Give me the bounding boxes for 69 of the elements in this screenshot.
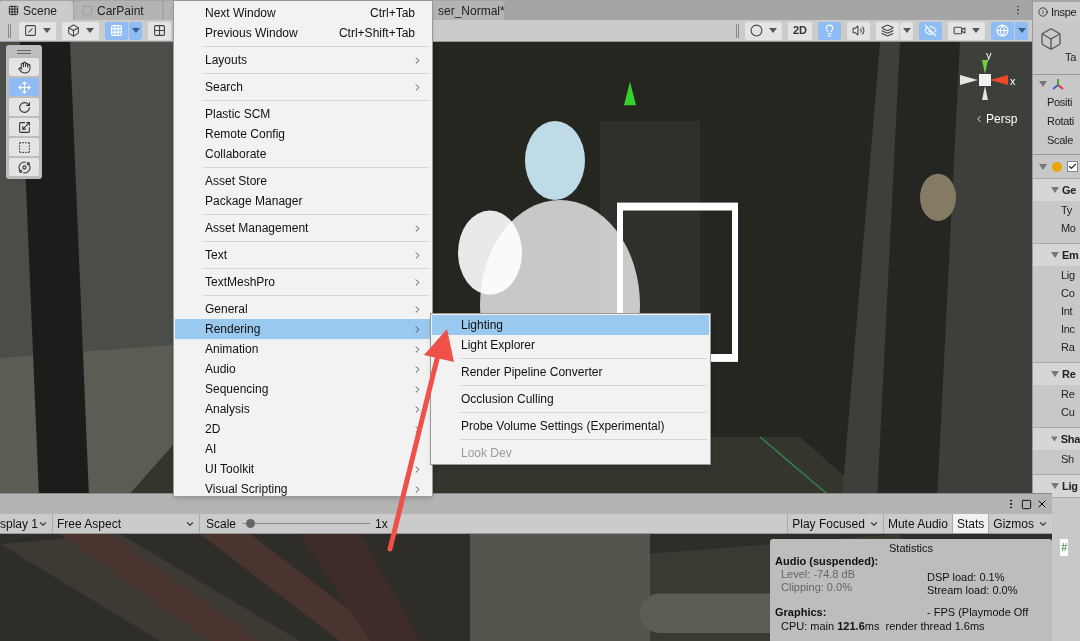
snap-toggle-button[interactable] (148, 21, 171, 40)
expanded-triangle-icon[interactable] (1039, 81, 1047, 87)
property-label: Re (1060, 386, 1076, 402)
property-label: Cu (1060, 404, 1076, 420)
audio-toggle-button[interactable] (847, 21, 870, 40)
menu-item[interactable]: Next Window Ctrl+Tab (175, 3, 431, 23)
property-label: Rotati (1046, 114, 1075, 130)
property-label: Sh (1060, 451, 1075, 467)
editor-tab[interactable]: CarPaint (74, 1, 162, 20)
expanded-triangle-icon[interactable] (1051, 483, 1059, 489)
grid-icon (110, 24, 123, 37)
property-label: Co (1060, 285, 1076, 301)
property-label: Ty (1060, 202, 1073, 218)
section-header[interactable]: Ge (1033, 179, 1080, 201)
caret-icon (768, 28, 777, 33)
lighting-icon (823, 24, 836, 37)
caret-icon (86, 28, 94, 33)
property-label: Int (1060, 303, 1074, 319)
section-header[interactable]: Re (1033, 363, 1080, 385)
shortcut-label: Ctrl+Tab (369, 5, 415, 22)
object-dropdown-button[interactable] (62, 21, 99, 40)
caret-icon (131, 28, 140, 33)
lighting-toggle-button[interactable] (818, 21, 841, 40)
property-label: Mo (1060, 220, 1077, 236)
layers-toggle-button[interactable] (876, 21, 899, 40)
mode-2d-button[interactable]: 2D (787, 21, 812, 40)
caret-icon (43, 28, 51, 33)
axis-icon (1052, 78, 1064, 90)
camera-dropdown-button[interactable] (948, 21, 985, 40)
tag-label: Ta (1065, 50, 1078, 65)
property-label: Inc (1060, 321, 1076, 337)
close-icon[interactable] (1036, 498, 1048, 510)
enable-checkbox[interactable] (1067, 161, 1078, 172)
property-label: Scale (1046, 133, 1075, 149)
shading-dropdown-button[interactable] (744, 21, 782, 40)
property-label: Lig (1060, 267, 1076, 283)
visibility-toggle-button[interactable] (919, 21, 942, 40)
transform-dropdown-button[interactable] (19, 21, 56, 40)
expanded-triangle-icon[interactable] (1051, 436, 1058, 442)
expanded-triangle-icon[interactable] (1039, 163, 1047, 170)
expanded-triangle-icon[interactable] (1051, 187, 1059, 193)
section-header[interactable]: Sha (1033, 428, 1080, 450)
caret-icon (902, 28, 911, 33)
property-label: Positi (1046, 95, 1074, 111)
expanded-triangle-icon[interactable] (1051, 371, 1059, 377)
caret-icon (1017, 28, 1026, 33)
section-header[interactable]: Lig (1033, 475, 1080, 497)
grid-icon (8, 5, 19, 16)
menu-item[interactable]: Previous Window Ctrl+Shift+Tab (175, 23, 431, 43)
info-icon (1038, 7, 1048, 17)
layers-icon (881, 24, 894, 37)
cube-icon (1039, 27, 1063, 51)
property-label: Ra (1060, 339, 1076, 355)
dropdown-arrow-button[interactable] (1015, 21, 1028, 40)
visibility-icon (924, 24, 937, 37)
tab-icon (82, 5, 93, 16)
camera-icon (953, 24, 966, 37)
grid-toggle-button[interactable] (105, 21, 128, 40)
shortcut-label: Ctrl+Shift+Tab (338, 25, 415, 42)
editor-tab[interactable]: Scene (0, 1, 73, 20)
inspector-tab[interactable]: Inspe (1033, 2, 1080, 22)
gizmos-toggle-button[interactable] (991, 21, 1014, 40)
section-header[interactable]: Em (1033, 244, 1080, 266)
expanded-triangle-icon[interactable] (1051, 252, 1059, 258)
dropdown-arrow-button[interactable] (129, 21, 142, 40)
caret-icon (972, 28, 980, 33)
audio-icon (852, 24, 865, 37)
hash-mark: # (1060, 539, 1068, 556)
dropdown-arrow-button[interactable] (900, 21, 913, 40)
